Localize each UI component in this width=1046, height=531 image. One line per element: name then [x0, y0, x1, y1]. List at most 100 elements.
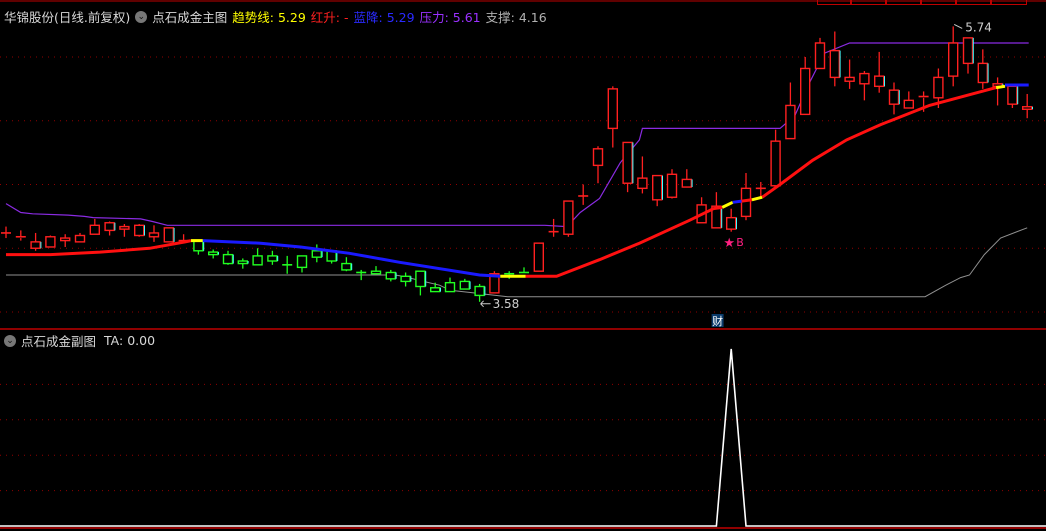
candle-body	[888, 89, 900, 105]
candle-body	[459, 280, 470, 290]
candle-body	[148, 232, 160, 238]
candle	[814, 37, 826, 70]
trend-readout: 趋势线: 5.29	[232, 10, 306, 25]
candle-body	[60, 237, 71, 242]
candle-body	[533, 242, 544, 272]
candle-body	[726, 216, 737, 230]
indicator-name[interactable]: 点石成金主图	[152, 7, 227, 26]
trend-line-blue	[732, 199, 742, 204]
candle-body	[1007, 85, 1018, 105]
candle-body	[1022, 106, 1033, 110]
sub-indicator-name[interactable]: 点石成金副图	[21, 331, 96, 350]
trend-line-yellow	[995, 84, 1006, 90]
candle	[30, 232, 42, 251]
candle-body	[30, 241, 41, 249]
candle	[548, 218, 559, 237]
candle-body	[370, 270, 382, 275]
candle	[89, 218, 101, 235]
star-icon: ★	[723, 236, 735, 251]
candle	[563, 200, 574, 237]
low-arrow-icon	[480, 300, 491, 308]
candle	[829, 31, 841, 87]
trend-line-red	[525, 205, 723, 278]
candle	[430, 282, 441, 293]
candle-body	[948, 42, 959, 77]
candle	[607, 86, 618, 148]
candle-body	[844, 76, 855, 82]
buy-signal-label: B	[736, 236, 744, 249]
candle-body	[977, 62, 988, 84]
candle	[15, 230, 26, 241]
candle	[370, 266, 382, 275]
candle-body	[415, 270, 426, 288]
candle	[252, 248, 263, 266]
candle	[592, 146, 604, 184]
candle-body	[267, 255, 278, 262]
candle-body	[385, 271, 396, 280]
candle-body	[770, 140, 781, 187]
candle-body	[933, 76, 944, 99]
chevron-down-icon[interactable]: ⌄	[135, 10, 148, 23]
sub-chart-header: ⌄ 点石成金副图 TA: 0.00	[4, 331, 155, 350]
candle	[444, 277, 456, 293]
candle-body	[400, 275, 411, 283]
candle	[874, 51, 885, 93]
candle-body	[341, 262, 352, 271]
candle	[1007, 85, 1019, 108]
candle	[859, 71, 870, 101]
candle-body	[592, 148, 604, 167]
ta-label: TA:	[104, 333, 124, 348]
candle	[60, 234, 71, 247]
support-line	[6, 227, 1028, 298]
candle-body	[785, 104, 796, 140]
candle-body	[859, 72, 870, 85]
candle	[237, 258, 249, 269]
candle-body	[207, 251, 219, 256]
support-readout: 支撑: 4.16	[485, 10, 547, 25]
candle-body	[430, 287, 441, 293]
candle-body	[163, 227, 175, 243]
candle	[903, 91, 914, 109]
financial-report-marker[interactable]: 财	[712, 314, 723, 328]
candle	[948, 26, 959, 87]
candle	[740, 173, 752, 221]
high-arrow-icon	[953, 23, 963, 29]
candle	[533, 242, 544, 272]
candle-body	[652, 174, 663, 201]
stock-title: 华锦股份(日线.前复权)	[4, 10, 131, 25]
trend-line-yellow	[721, 200, 734, 209]
candle-body	[311, 250, 322, 258]
candle-body	[252, 255, 263, 266]
candle-body	[607, 88, 618, 130]
trend-line-blue	[202, 239, 501, 278]
candle	[726, 208, 737, 232]
candle-body	[193, 239, 204, 252]
low-price-label: 3.58	[493, 297, 520, 311]
candle	[888, 82, 900, 115]
candle	[163, 227, 175, 243]
candle-body	[104, 222, 115, 232]
chevron-down-icon[interactable]: ⌄	[4, 334, 16, 347]
resistance-readout: 压力: 5.61	[419, 10, 481, 25]
candle	[74, 232, 86, 243]
candle	[222, 250, 234, 265]
candle	[637, 156, 648, 194]
candle-body	[296, 255, 308, 269]
ta-line	[0, 348, 1046, 527]
ta-value: 0.00	[127, 333, 156, 348]
candle	[133, 224, 145, 237]
candle-body	[814, 42, 826, 70]
candle	[207, 249, 219, 259]
trend-line-red	[761, 86, 997, 199]
candle	[267, 250, 279, 265]
candle	[45, 235, 56, 248]
candle-body	[637, 177, 648, 190]
candle	[800, 57, 811, 116]
trend-line-yellow	[751, 195, 763, 202]
candle-body	[237, 260, 249, 265]
stock-chart[interactable]: 5.74 3.58 ★ B 财	[0, 0, 1046, 531]
candle	[977, 49, 989, 89]
candle-body	[563, 200, 574, 235]
candle	[1, 226, 11, 239]
candle	[578, 184, 589, 205]
